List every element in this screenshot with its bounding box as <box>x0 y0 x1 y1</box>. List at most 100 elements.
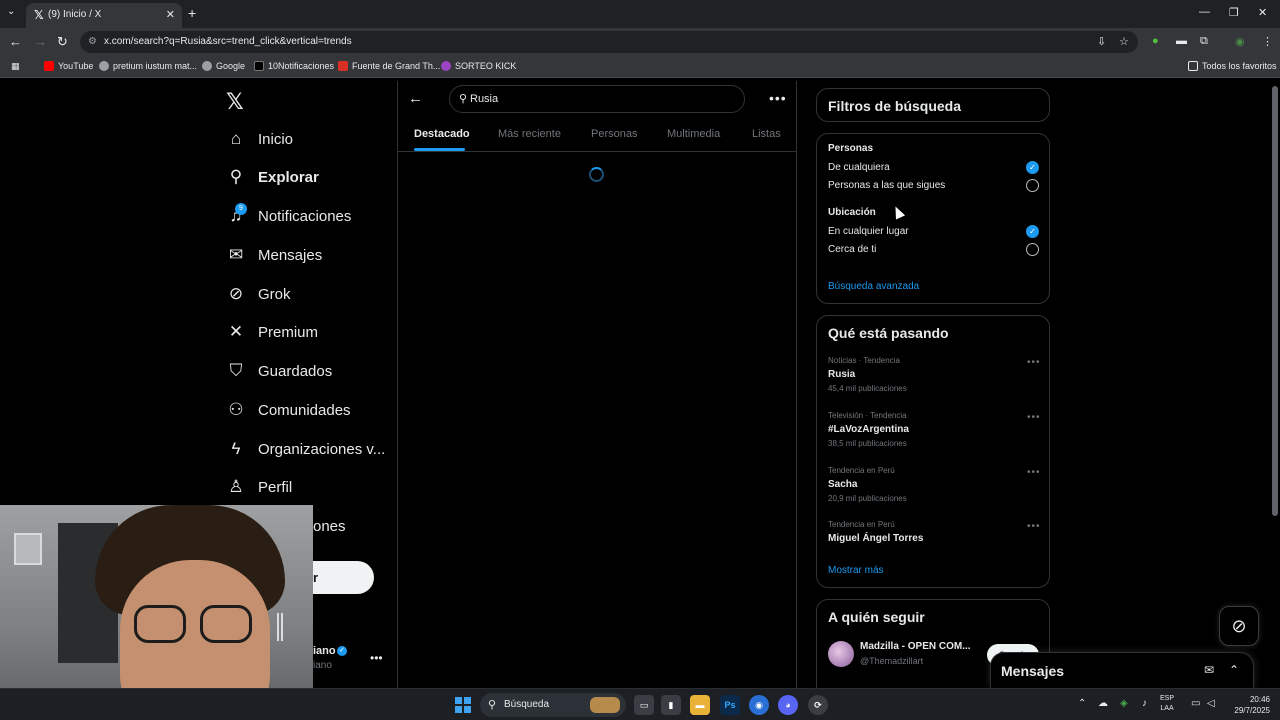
network-icon[interactable]: ▭ <box>1191 698 1200 709</box>
close-window-icon[interactable]: ✕ <box>1258 6 1267 19</box>
tab-mas-reciente[interactable]: Más reciente <box>498 128 561 140</box>
tab-personas[interactable]: Personas <box>591 128 637 140</box>
reload-icon[interactable]: ↻ <box>57 34 68 50</box>
back-icon[interactable]: ← <box>9 34 22 49</box>
google-icon <box>202 61 212 71</box>
nav-item-grok[interactable]: ⊘ Grok <box>226 279 291 309</box>
filter-near-you[interactable]: Cerca de ti <box>828 244 876 255</box>
filter-anyone[interactable]: De cualquiera <box>828 162 890 173</box>
nav-item-profile[interactable]: ♙ Perfil <box>226 472 292 502</box>
chrome-icon[interactable]: ◉ <box>749 695 769 715</box>
expand-icon[interactable]: ⌃ <box>1229 663 1239 677</box>
browser-tab[interactable]: 𝕏 (9) Inicio / X ✕ <box>26 3 182 28</box>
bookmark-notificaciones[interactable]: 10Notificaciones <box>254 61 334 71</box>
bookmark-youtube[interactable]: YouTube <box>44 61 93 71</box>
extension-green-icon[interactable]: ● <box>1152 35 1159 47</box>
radio-people-you-follow[interactable] <box>1026 179 1039 192</box>
trend-more-icon[interactable]: ••• <box>1027 357 1041 368</box>
bookmark-sorteo-kick[interactable]: SORTEO KICK <box>441 61 516 71</box>
search-box[interactable]: ⚲ <box>449 85 745 113</box>
forward-icon[interactable]: → <box>34 34 47 49</box>
trend-more-icon[interactable]: ••• <box>1027 467 1041 478</box>
youtube-icon <box>44 61 54 71</box>
nav-item-notifications[interactable]: ♫ 9 Notificaciones <box>226 201 351 231</box>
app-icon[interactable]: ⟳ <box>808 695 828 715</box>
windows-start-icon[interactable] <box>455 697 471 713</box>
file-explorer-icon[interactable]: ▬ <box>690 695 710 715</box>
tab-destacado[interactable]: Destacado <box>414 128 470 140</box>
trend-meta: Tendencia en Perú <box>828 520 895 529</box>
nav-item-more[interactable]: ones <box>313 511 346 541</box>
bookmark-star-icon[interactable]: ☆ <box>1119 35 1129 48</box>
apps-grid-icon[interactable]: ▦ <box>11 61 20 72</box>
minimize-icon[interactable]: — <box>1199 6 1210 18</box>
tray-app-icon[interactable]: ◈ <box>1120 698 1128 709</box>
install-icon[interactable]: ⇩ <box>1097 35 1106 48</box>
bookmark-pretium[interactable]: pretium iustum mat... <box>99 61 197 71</box>
bookmark-icon: ⛉ <box>229 361 243 380</box>
tab-listas[interactable]: Listas <box>752 128 781 140</box>
nav-item-messages[interactable]: ✉ Mensajes <box>226 240 322 270</box>
nav-item-organizations[interactable]: ϟ Organizaciones v... <box>226 434 386 464</box>
onedrive-icon[interactable]: ☁ <box>1098 698 1108 709</box>
radio-near-you[interactable] <box>1026 243 1039 256</box>
filter-people-you-follow[interactable]: Personas a las que sigues <box>828 180 945 191</box>
back-arrow-icon[interactable]: ← <box>408 90 423 107</box>
close-tab-icon[interactable]: ✕ <box>166 8 175 21</box>
nav-item-premium[interactable]: ✕ Premium <box>226 317 318 347</box>
nav-item-home[interactable]: ⌂ Inicio <box>226 124 293 154</box>
restore-icon[interactable]: ❐ <box>1229 6 1239 19</box>
task-view-icon[interactable]: ▭ <box>634 695 654 715</box>
trend-name[interactable]: #LaVozArgentina <box>828 424 909 435</box>
search-more-icon[interactable]: ••• <box>769 90 787 106</box>
volume-icon[interactable]: ◁ <box>1207 698 1215 709</box>
tray-chevron-icon[interactable]: ⌃ <box>1078 698 1086 709</box>
show-more-link[interactable]: Mostrar más <box>828 565 884 576</box>
nav-item-explore[interactable]: ⚲ Explorar <box>226 162 319 192</box>
site-info-icon[interactable]: ⚙ <box>88 36 97 47</box>
extensions-puzzle-icon[interactable]: ⧉ <box>1200 35 1208 48</box>
all-favorites[interactable]: Todos los favoritos <box>1188 61 1277 71</box>
active-tab-indicator <box>414 148 465 151</box>
advanced-search-link[interactable]: Búsqueda avanzada <box>828 281 919 292</box>
system-clock[interactable]: 20:46 29/7/2025 <box>1226 694 1270 716</box>
taskbar-search[interactable]: ⚲ Búsqueda <box>480 693 626 717</box>
input-language[interactable]: ESP LAA <box>1160 694 1174 714</box>
new-message-icon[interactable]: ✉ <box>1204 663 1214 677</box>
extension-icon[interactable]: ▬ <box>1176 35 1187 47</box>
filters-title-panel: Filtros de búsqueda <box>816 88 1050 122</box>
filter-anywhere[interactable]: En cualquier lugar <box>828 226 909 237</box>
radio-anywhere-checked[interactable]: ✓ <box>1026 225 1039 238</box>
avatar[interactable] <box>828 641 854 667</box>
tab-search-icon[interactable]: ⌄ <box>7 6 15 17</box>
follow-name[interactable]: Madzilla - OPEN COM... <box>860 641 971 652</box>
page-scrollbar[interactable] <box>1272 86 1278 516</box>
chrome-menu-icon[interactable]: ⋮ <box>1262 35 1273 48</box>
messages-drawer[interactable]: Mensajes ✉ ⌃ <box>990 652 1254 688</box>
nav-item-communities[interactable]: ⚇ Comunidades <box>226 395 350 425</box>
tab-multimedia[interactable]: Multimedia <box>667 128 720 140</box>
address-bar[interactable]: ⚙ x.com/search?q=Rusia&src=trend_click&v… <box>80 31 1138 53</box>
search-icon: ⚲ <box>459 93 468 105</box>
photoshop-icon[interactable]: Ps <box>720 695 740 715</box>
profile-more-icon[interactable]: ••• <box>370 651 383 665</box>
new-tab-icon[interactable]: + <box>188 5 196 21</box>
discord-icon[interactable]: ◕ <box>778 695 798 715</box>
bookmark-google[interactable]: Google <box>202 61 245 71</box>
profile-name[interactable]: iano <box>313 645 336 657</box>
nav-item-bookmarks[interactable]: ⛉ Guardados <box>226 356 333 386</box>
grok-float-icon[interactable]: ⊘ <box>1219 606 1259 646</box>
filters-location-heading: Ubicación <box>828 207 876 218</box>
trend-name[interactable]: Miguel Ángel Torres <box>828 533 923 544</box>
trend-more-icon[interactable]: ••• <box>1027 412 1041 423</box>
search-input[interactable] <box>470 91 730 107</box>
trend-name[interactable]: Sacha <box>828 479 857 490</box>
profile-avatar-icon[interactable]: ◉ <box>1235 35 1245 48</box>
bookmark-grand-theft[interactable]: Fuente de Grand Th... <box>338 61 440 71</box>
app-icon[interactable]: ▮ <box>661 695 681 715</box>
x-logo-icon[interactable]: 𝕏 <box>226 89 244 115</box>
trend-name[interactable]: Rusia <box>828 369 855 380</box>
trend-more-icon[interactable]: ••• <box>1027 521 1041 532</box>
microphone-icon[interactable]: ♪ <box>1142 698 1147 709</box>
radio-anyone-checked[interactable]: ✓ <box>1026 161 1039 174</box>
